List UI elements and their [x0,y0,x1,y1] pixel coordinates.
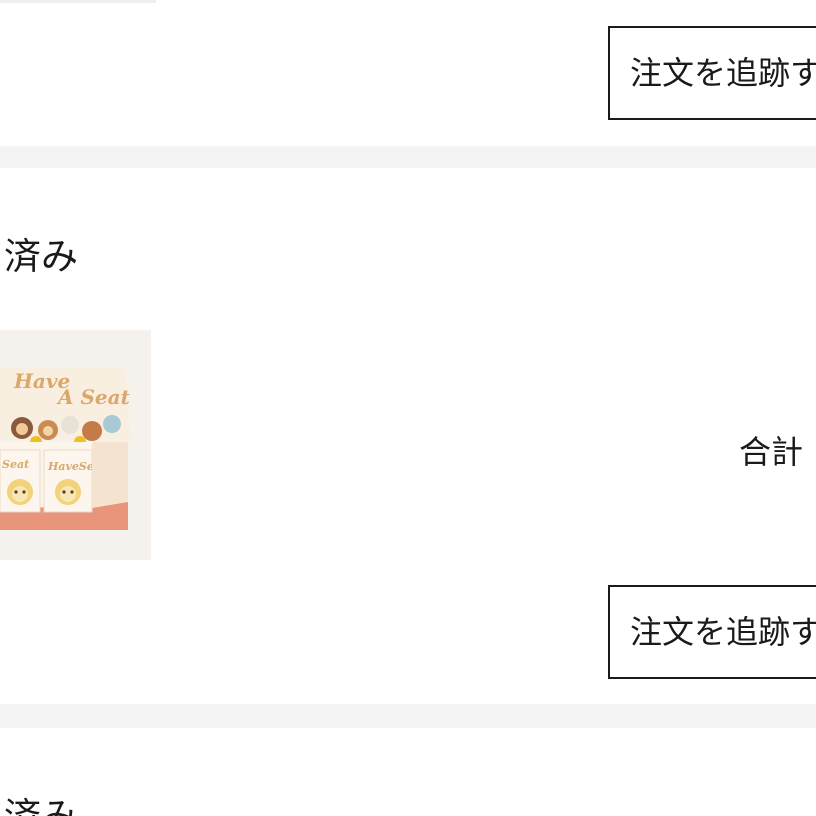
track-order-button[interactable]: 注文を追跡す [608,26,816,120]
product-image[interactable]: Have A Seat Seat HaveSeat [0,330,151,560]
order-separator [0,146,816,168]
order-total-label: 合計 [739,433,804,471]
order-separator [0,704,816,728]
order-list: 注文を追跡す 済み Have A Seat Seat HaveSeat 合計 注… [0,0,816,816]
box-title-text-2: A Seat [56,385,131,409]
svg-text:Seat: Seat [2,458,29,471]
track-order-button[interactable]: 注文を追跡す [608,585,816,679]
order-card [0,728,816,816]
order-status: 済み [4,235,78,278]
order-card: 注文を追跡す [0,0,816,146]
product-image-edge [0,0,156,3]
product-box-illustration: Have A Seat Seat HaveSeat [0,330,151,560]
order-status: 済み [4,786,78,816]
